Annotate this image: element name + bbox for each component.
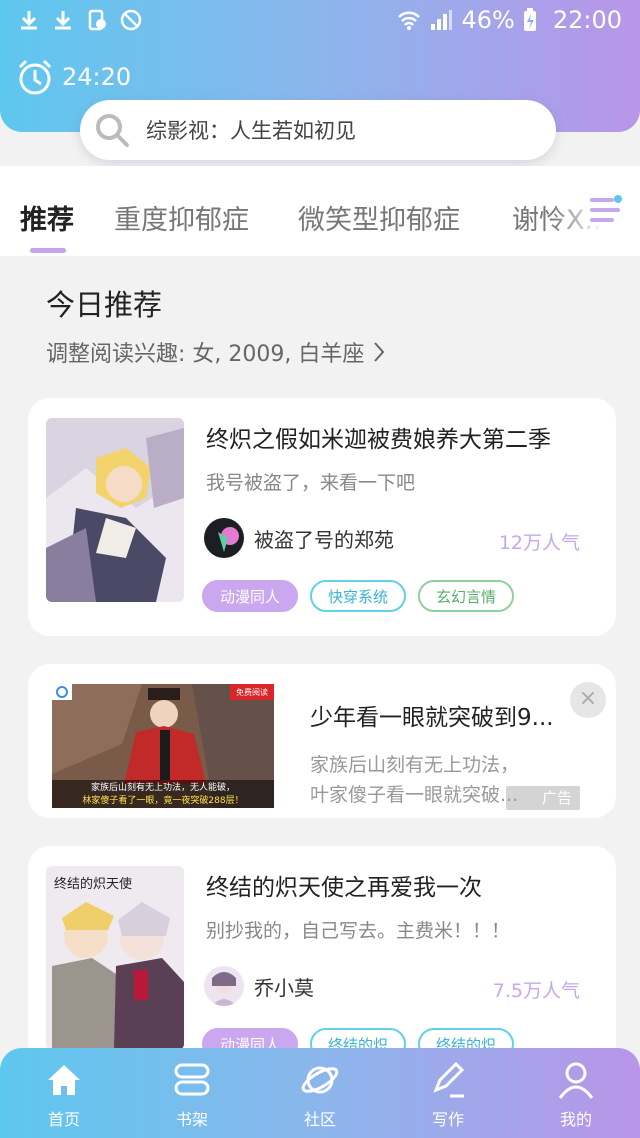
author-info[interactable]: 被盗了号的郑苑 <box>204 518 394 558</box>
nav-label: 我的 <box>559 1110 592 1129</box>
popularity-count: 12万人气 <box>498 532 580 554</box>
tab-recommend[interactable]: 推荐 <box>20 198 74 237</box>
category-menu-icon[interactable] <box>588 192 622 228</box>
status-icons-left <box>18 9 142 31</box>
nav-label: 首页 <box>47 1110 80 1129</box>
ad-description-line: 家族后山刻有无上功法， <box>310 754 520 776</box>
reading-interest-text: 调整阅读兴趣: 女, 2009, 白羊座 <box>46 342 365 367</box>
signal-icon <box>431 10 453 30</box>
book-title: 终结的炽天使之再爱我一次 <box>206 875 482 901</box>
download-icon <box>55 11 71 30</box>
tag-list: 动漫同人 快穿系统 玄幻言情 <box>202 580 515 612</box>
bottom-navigation: 首页 书架 社区 写作 我的 <box>0 1048 640 1138</box>
nav-write[interactable]: 写作 <box>384 1048 512 1138</box>
search-input[interactable]: 综影视：人生若如初见 <box>146 115 356 145</box>
planet-icon <box>301 1066 339 1094</box>
ad-label: 广告 <box>505 786 580 810</box>
download-icon <box>21 11 37 30</box>
ad-description-line: 叶家傻子看一眼就突破... <box>310 784 519 806</box>
battery-charging-icon <box>523 8 536 31</box>
tab-smiling-depression[interactable]: 微笑型抑郁症 <box>298 198 460 237</box>
ad-image-caption: 家族后山刻有无上功法，无人能破， <box>91 781 235 793</box>
tab-severe-depression[interactable]: 重度抑郁症 <box>114 198 249 237</box>
nav-label: 社区 <box>303 1110 336 1129</box>
reading-timer[interactable]: 24:20 <box>16 58 131 96</box>
nav-label: 写作 <box>431 1110 464 1129</box>
battery-percent: 46% <box>461 6 515 34</box>
avatar <box>204 518 244 558</box>
nav-profile[interactable]: 我的 <box>512 1048 640 1138</box>
chevron-right-icon <box>374 342 385 362</box>
status-bar: 46% 22:00 <box>0 0 640 44</box>
book-cover <box>46 418 184 602</box>
pen-icon <box>433 1061 465 1098</box>
category-tabs: 推荐 重度抑郁症 微笑型抑郁症 谢怜X.. <box>0 166 640 256</box>
book-description: 我号被盗了，来看一下吧 <box>206 472 416 494</box>
section-title: 今日推荐 <box>46 288 163 322</box>
nav-community[interactable]: 社区 <box>256 1048 384 1138</box>
search-icon <box>96 114 129 147</box>
nav-home[interactable]: 首页 <box>0 1048 128 1138</box>
timer-value: 24:20 <box>62 63 132 91</box>
author-name: 被盗了号的郑苑 <box>254 527 394 552</box>
cover-title: 终结的炽天使 <box>54 876 132 892</box>
wifi-icon <box>398 11 421 30</box>
active-tab-indicator <box>30 248 66 253</box>
popularity-count: 7.5万人气 <box>492 980 580 1002</box>
ad-image: 家族后山刻有无上功法，无人能破， 林家傻子看了一眼，竟一夜突破288层！ 免费阅… <box>52 684 274 808</box>
avatar <box>204 966 244 1006</box>
close-icon[interactable]: × <box>570 682 606 718</box>
ad-card[interactable]: 家族后山刻有无上功法，无人能破， 林家傻子看了一眼，竟一夜突破288层！ 免费阅… <box>28 664 616 818</box>
blocked-icon <box>120 9 142 31</box>
bookshelf-icon <box>174 1063 210 1096</box>
home-icon <box>48 1065 80 1095</box>
phone-sync-icon <box>88 9 106 31</box>
nav-label: 书架 <box>175 1110 208 1129</box>
nav-bookshelf[interactable]: 书架 <box>128 1048 256 1138</box>
user-icon <box>558 1062 594 1099</box>
author-name: 乔小莫 <box>254 975 314 1000</box>
book-card[interactable]: 终炽之假如米迦被费娘养大第二季 我号被盗了，来看一下吧 被盗了号的郑苑 12万人… <box>28 398 616 636</box>
author-info[interactable]: 乔小莫 <box>204 966 314 1006</box>
tag-badge[interactable]: 快穿系统 <box>310 580 407 612</box>
status-icons-right: 46% 22:00 <box>397 6 622 34</box>
alarm-clock-icon <box>18 59 52 95</box>
tag-badge[interactable]: 玄幻言情 <box>418 580 515 612</box>
book-description: 别抄我的，自己写去。主费米！！！ <box>206 920 511 942</box>
book-cover: 终结的炽天使 <box>46 866 184 1050</box>
ad-description: 家族后山刻有无上功法， 叶家傻子看一眼就突破... <box>310 750 519 810</box>
search-bar[interactable]: 综影视：人生若如初见 <box>80 100 556 160</box>
ad-image-caption: 林家傻子看了一眼，竟一夜突破288层！ <box>82 794 243 806</box>
ad-title: 少年看一眼就突破到9... <box>310 705 554 731</box>
clock-time: 22:00 <box>552 6 622 34</box>
ad-image-badge: 免费阅读 <box>236 687 268 697</box>
reading-interest-link[interactable]: 调整阅读兴趣: 女, 2009, 白羊座 <box>46 336 386 368</box>
book-title: 终炽之假如米迦被费娘养大第二季 <box>206 427 551 453</box>
tag-badge[interactable]: 动漫同人 <box>202 580 299 612</box>
